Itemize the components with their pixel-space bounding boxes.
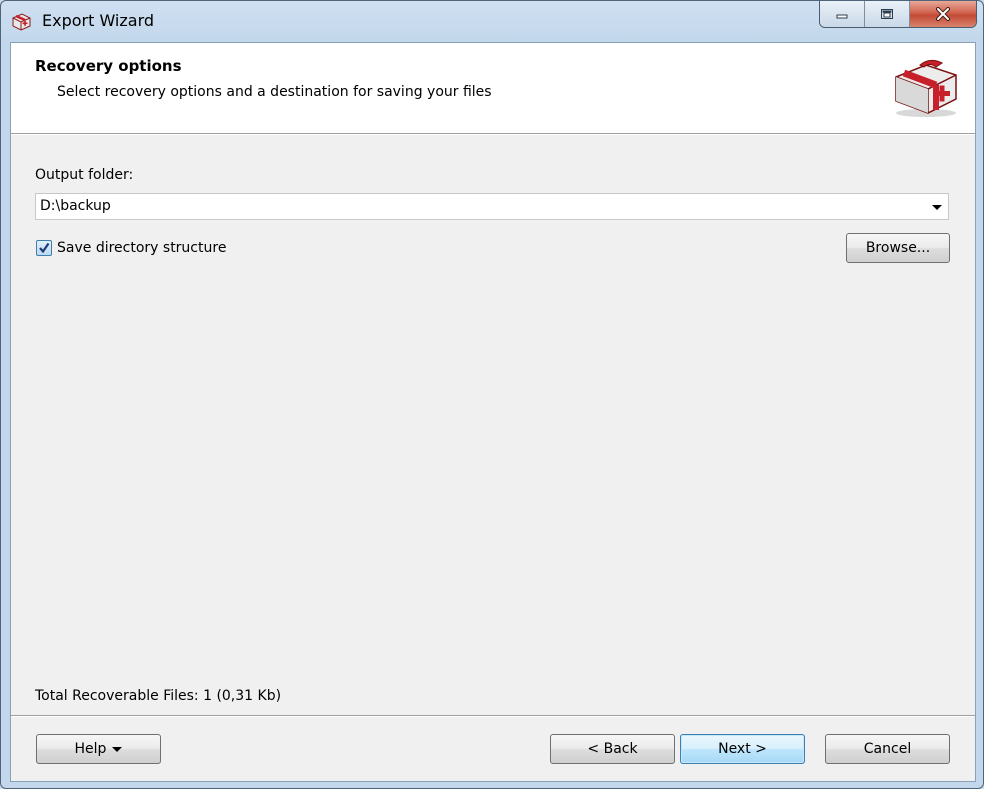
maximize-button[interactable] (865, 1, 910, 27)
first-aid-kit-icon (10, 10, 32, 32)
help-button[interactable]: Help (36, 734, 161, 764)
minimize-button[interactable] (820, 1, 865, 27)
close-icon (936, 7, 950, 21)
next-button[interactable]: Next > (680, 734, 805, 764)
checkmark-icon (39, 242, 50, 254)
wizard-page: Recovery options Select recovery options… (10, 42, 976, 782)
output-folder-combobox[interactable]: D:\backup (35, 193, 949, 220)
caption-buttons (819, 1, 977, 28)
save-directory-structure-checkbox[interactable] (36, 240, 52, 256)
minimize-icon (836, 14, 848, 19)
save-directory-structure-label[interactable]: Save directory structure (57, 240, 226, 256)
back-button[interactable]: < Back (550, 734, 675, 764)
output-folder-label: Output folder: (35, 167, 134, 183)
page-title: Recovery options (35, 57, 182, 75)
wizard-header: Recovery options Select recovery options… (11, 43, 975, 134)
first-aid-kit-icon (890, 55, 962, 119)
export-wizard-window: Export Wizard Recovery options Select re… (0, 0, 984, 789)
title-bar[interactable]: Export Wizard (1, 1, 983, 41)
help-button-label: Help (74, 741, 107, 757)
browse-button[interactable]: Browse... (846, 233, 950, 263)
maximize-icon (881, 9, 893, 19)
page-subtitle: Select recovery options and a destinatio… (57, 84, 492, 100)
dropdown-arrow-icon (112, 746, 123, 752)
cancel-button[interactable]: Cancel (825, 734, 950, 764)
total-recoverable-files: Total Recoverable Files: 1 (0,31 Kb) (35, 688, 282, 704)
window-title: Export Wizard (42, 11, 155, 30)
output-folder-value[interactable]: D:\backup (40, 198, 111, 214)
chevron-down-icon[interactable] (932, 205, 942, 210)
close-button[interactable] (910, 1, 976, 27)
